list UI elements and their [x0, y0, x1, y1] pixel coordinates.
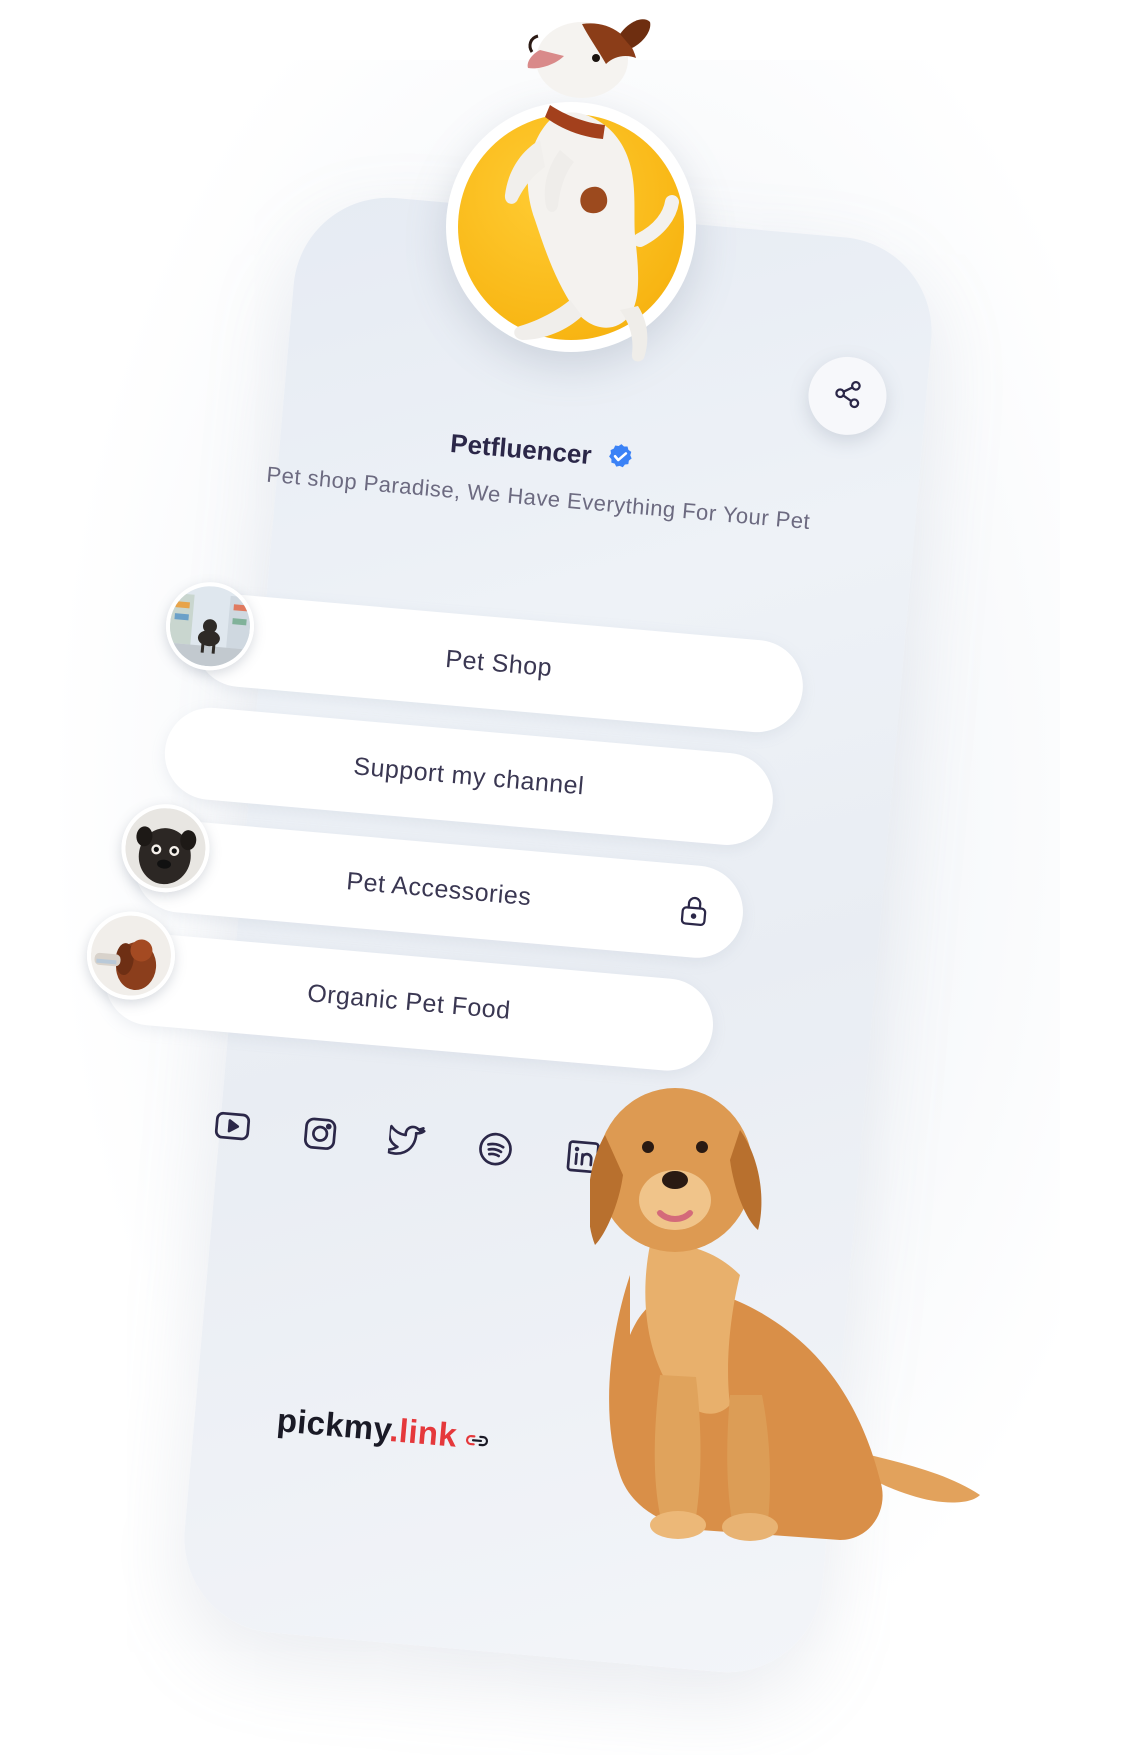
social-links	[211, 1104, 605, 1178]
lock-icon	[677, 892, 710, 935]
youtube-icon[interactable]	[211, 1104, 254, 1147]
profile-name-text: Petfluencer	[449, 427, 593, 471]
instagram-icon[interactable]	[298, 1112, 341, 1155]
share-button[interactable]	[805, 353, 890, 439]
link-label: Pet Accessories	[345, 866, 533, 911]
share-icon	[831, 377, 864, 414]
twitter-icon[interactable]	[386, 1120, 429, 1163]
brand-logo[interactable]: pickmy.link	[275, 1401, 490, 1457]
verified-badge-icon	[605, 441, 636, 478]
brand-name: pickmy	[275, 1401, 392, 1448]
brand-accent: .link	[388, 1411, 459, 1454]
link-label: Organic Pet Food	[306, 978, 512, 1025]
phone-mockup-scene: Petfluencer Pet shop Paradise, We Have E…	[0, 0, 1125, 1755]
chain-link-icon	[465, 1418, 490, 1457]
link-label: Pet Shop	[444, 644, 554, 682]
link-label: Support my channel	[352, 751, 586, 800]
jack-russell-dog-image	[470, 10, 720, 375]
spotify-icon[interactable]	[474, 1127, 517, 1170]
golden-retriever-dog-image	[588, 1075, 990, 1550]
